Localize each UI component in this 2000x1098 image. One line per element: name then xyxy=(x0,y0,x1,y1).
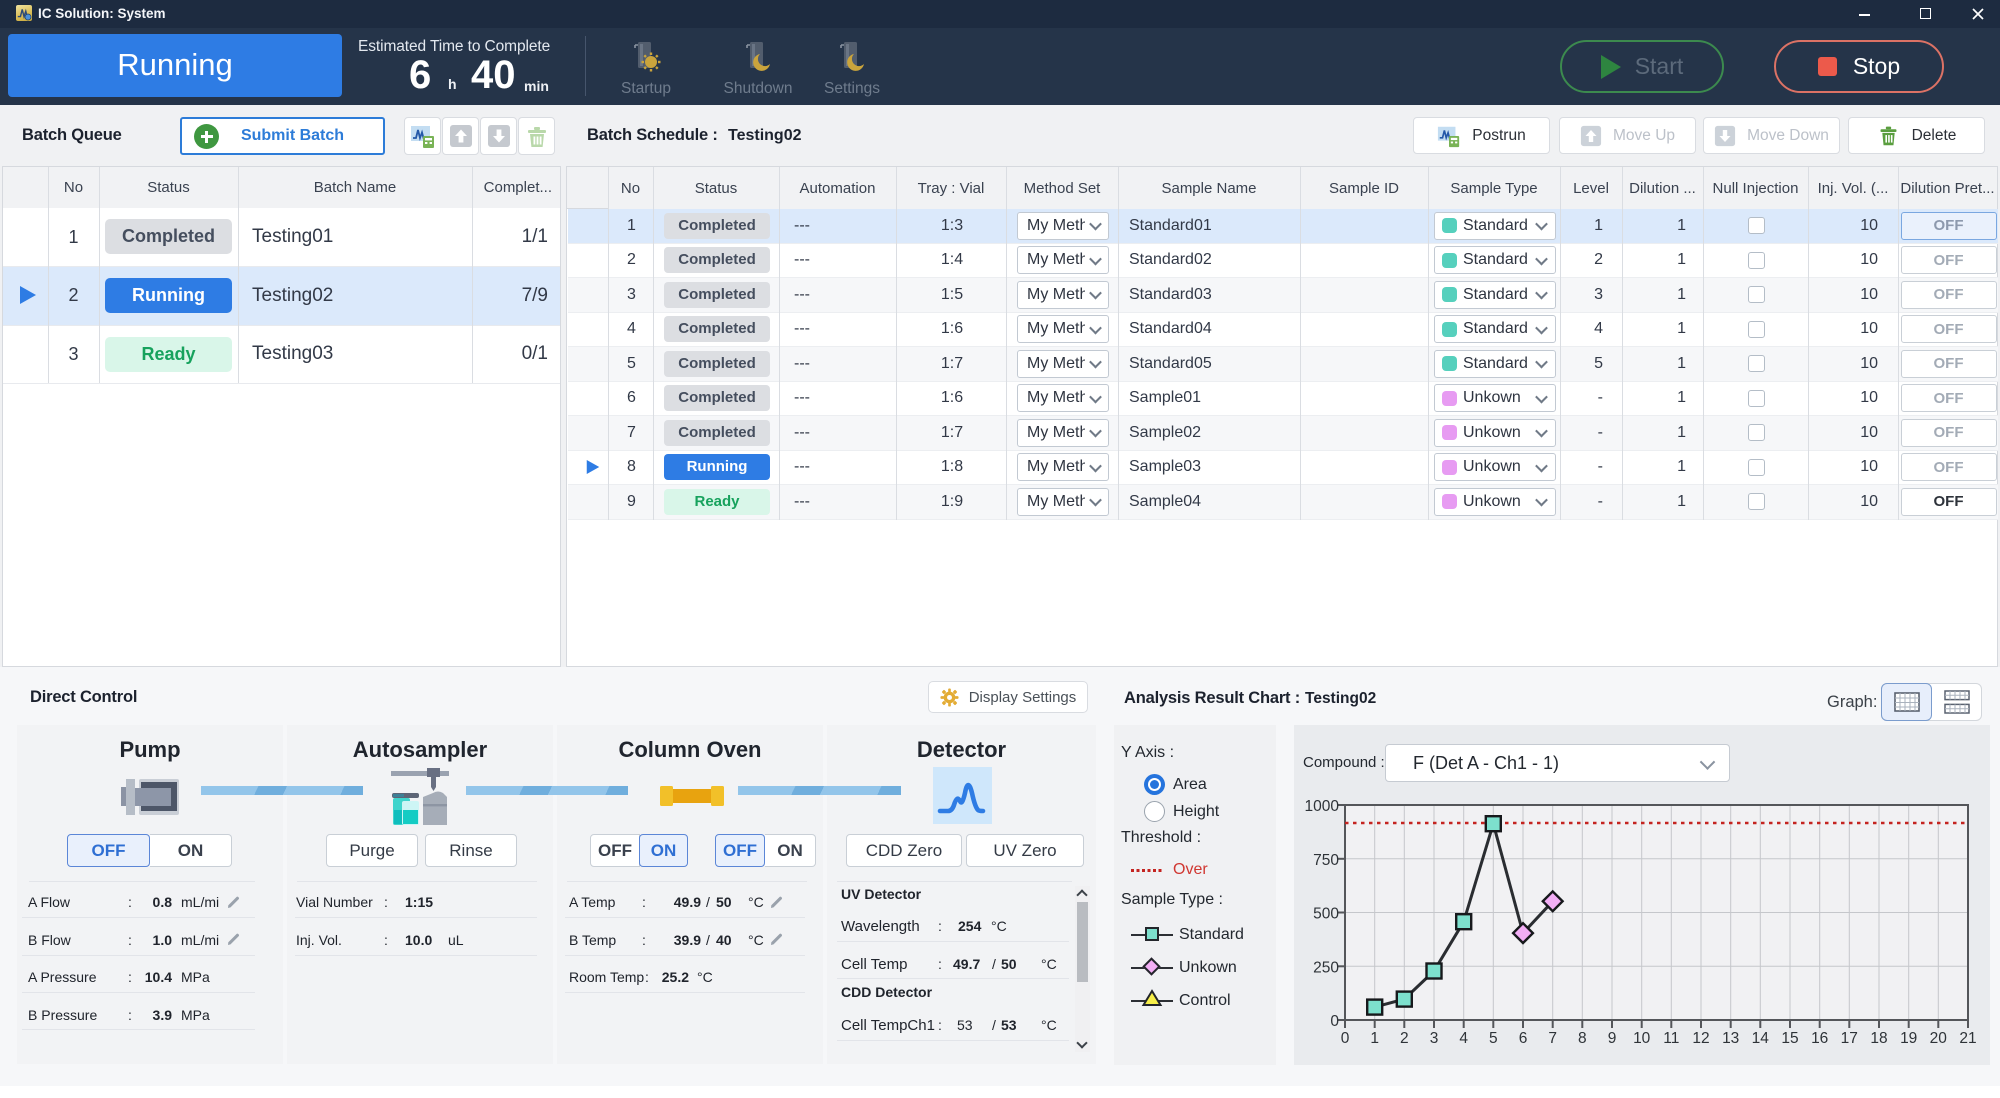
svg-text:0: 0 xyxy=(1341,1030,1350,1047)
svg-text:18: 18 xyxy=(1870,1030,1887,1047)
svg-text:11: 11 xyxy=(1663,1030,1679,1047)
svg-text:5: 5 xyxy=(1489,1030,1498,1047)
svg-text:9: 9 xyxy=(1608,1030,1617,1047)
svg-text:3: 3 xyxy=(1430,1030,1439,1047)
svg-text:1000: 1000 xyxy=(1305,798,1340,815)
svg-text:4: 4 xyxy=(1459,1030,1468,1047)
svg-text:20: 20 xyxy=(1930,1030,1948,1047)
svg-text:0: 0 xyxy=(1330,1013,1339,1030)
svg-text:14: 14 xyxy=(1752,1030,1770,1047)
svg-text:21: 21 xyxy=(1959,1030,1976,1047)
svg-text:7: 7 xyxy=(1548,1030,1557,1047)
svg-text:15: 15 xyxy=(1781,1030,1798,1047)
svg-text:17: 17 xyxy=(1841,1030,1858,1047)
svg-text:13: 13 xyxy=(1722,1030,1739,1047)
svg-text:2: 2 xyxy=(1400,1030,1409,1047)
svg-text:250: 250 xyxy=(1313,959,1339,976)
svg-text:750: 750 xyxy=(1313,852,1339,869)
svg-text:8: 8 xyxy=(1578,1030,1587,1047)
svg-text:12: 12 xyxy=(1692,1030,1709,1047)
svg-text:500: 500 xyxy=(1313,906,1339,923)
svg-text:16: 16 xyxy=(1811,1030,1828,1047)
svg-text:6: 6 xyxy=(1519,1030,1528,1047)
svg-text:19: 19 xyxy=(1900,1030,1917,1047)
svg-text:10: 10 xyxy=(1633,1030,1651,1047)
svg-text:1: 1 xyxy=(1370,1030,1379,1047)
